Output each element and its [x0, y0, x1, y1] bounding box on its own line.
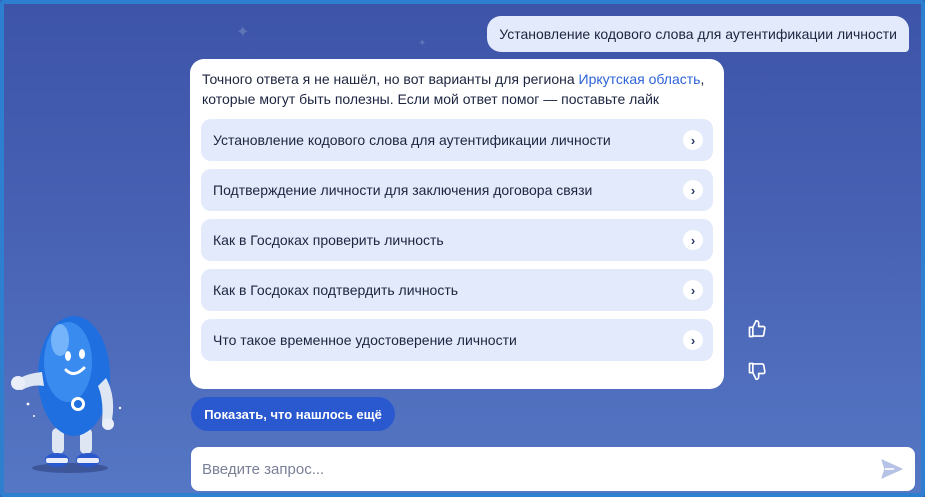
robot-mascot-icon: [11, 316, 122, 473]
suggestion-label: Установление кодового слова для аутентиф…: [213, 132, 611, 148]
user-message-bubble: Установление кодового слова для аутентиф…: [487, 16, 909, 52]
suggestion-label: Что такое временное удостоверение личнос…: [213, 332, 517, 348]
suggestion-option[interactable]: Установление кодового слова для аутентиф…: [201, 119, 713, 161]
suggestion-option[interactable]: Как в Госдоках проверить личность ›: [201, 219, 713, 261]
send-button[interactable]: [879, 456, 905, 482]
chevron-right-icon: ›: [683, 230, 703, 250]
suggestion-label: Как в Госдоках подтвердить личность: [213, 282, 459, 298]
suggestion-option[interactable]: Что такое временное удостоверение личнос…: [201, 319, 713, 361]
chevron-right-icon: ›: [683, 130, 703, 150]
bot-intro-text: Точного ответа я не нашёл, но вот вариан…: [201, 69, 713, 109]
query-input-bar: [191, 447, 915, 491]
show-more-button[interactable]: Показать, что нашлось ещё: [191, 397, 395, 431]
intro-text-start: Точного ответа я не нашёл, но вот вариан…: [202, 71, 579, 87]
chevron-right-icon: ›: [683, 180, 703, 200]
sparkle-decoration: ✦: [236, 24, 250, 41]
suggestion-option[interactable]: Подтверждение личности для заключения до…: [201, 169, 713, 211]
suggestion-label: Подтверждение личности для заключения до…: [213, 182, 593, 198]
sparkle-decoration: ✦: [418, 38, 427, 49]
bot-response-card: Точного ответа я не нашёл, но вот вариан…: [190, 59, 724, 389]
chat-window: ✦ ✦ Установление кодового слова для ауте…: [0, 0, 925, 497]
user-message-text: Установление кодового слова для аутентиф…: [499, 26, 897, 42]
chevron-right-icon: ›: [683, 330, 703, 350]
region-link[interactable]: Иркутская область: [579, 71, 701, 87]
like-button[interactable]: [746, 318, 768, 340]
suggestion-label: Как в Госдоках проверить личность: [213, 232, 444, 248]
thumbs-down-icon: [748, 362, 766, 381]
chevron-right-icon: ›: [683, 280, 703, 300]
suggestion-option[interactable]: Как в Госдоках подтвердить личность ›: [201, 269, 713, 311]
thumbs-up-icon: [748, 319, 766, 338]
send-icon: [881, 459, 903, 479]
dislike-button[interactable]: [746, 360, 768, 382]
suggestion-list: Установление кодового слова для аутентиф…: [201, 119, 713, 361]
query-input[interactable]: [202, 460, 879, 478]
